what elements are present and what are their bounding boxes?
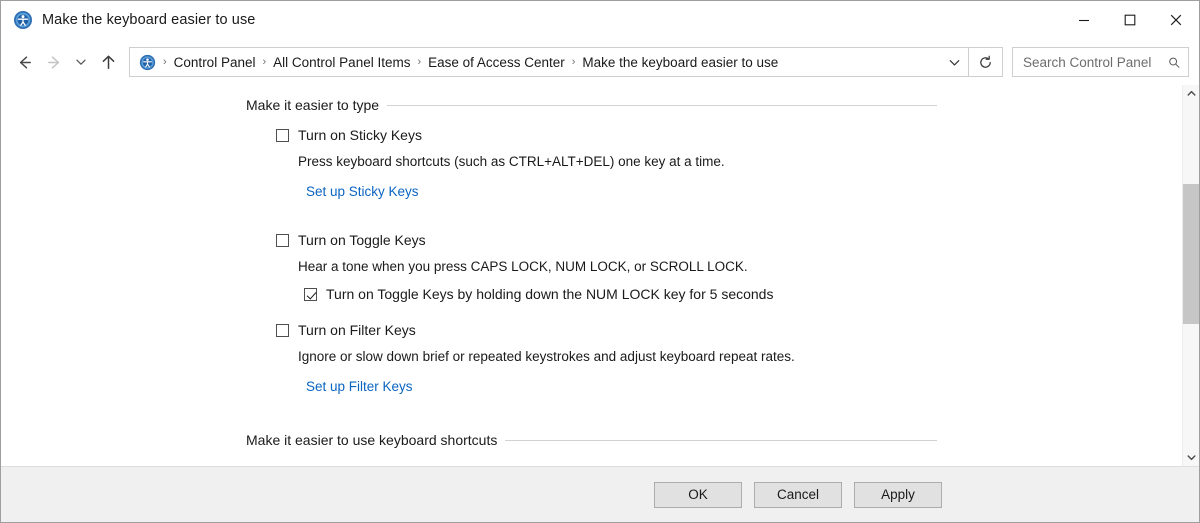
vertical-scrollbar[interactable]	[1182, 85, 1199, 466]
ok-button[interactable]: OK	[654, 481, 742, 508]
checkbox-label-turn-on-filter-keys[interactable]: Turn on Filter Keys	[298, 321, 416, 339]
scrollbar-down-button[interactable]	[1183, 449, 1199, 466]
link-set-up-filter-keys[interactable]: Set up Filter Keys	[306, 379, 413, 394]
maximize-button[interactable]	[1107, 1, 1153, 39]
cancel-button[interactable]: Cancel	[754, 481, 842, 508]
section-header-make-it-easier-to-type: Make it easier to type	[246, 97, 937, 113]
checkbox-row-sticky-keys[interactable]: Turn on Sticky Keys	[276, 126, 1182, 144]
checkbox-row-toggle-keys-numlock[interactable]: Turn on Toggle Keys by holding down the …	[304, 285, 1182, 303]
checkbox-label-turn-on-toggle-keys[interactable]: Turn on Toggle Keys	[298, 231, 426, 249]
up-button[interactable]	[93, 47, 123, 77]
section-header-keyboard-shortcuts: Make it easier to use keyboard shortcuts	[246, 432, 937, 448]
close-icon	[1170, 14, 1182, 26]
option-block-sticky-keys: Turn on Sticky Keys Press keyboard short…	[1, 126, 1182, 201]
section-title: Make it easier to type	[246, 97, 380, 113]
breadcrumb-separator: ›	[262, 56, 267, 68]
option-block-filter-keys: Turn on Filter Keys Ignore or slow down …	[1, 321, 1182, 396]
window-controls	[1061, 1, 1199, 39]
breadcrumb-item-all-control-panel-items[interactable]: All Control Panel Items	[268, 52, 415, 73]
search-icon[interactable]	[1168, 55, 1180, 70]
ease-of-access-icon	[139, 54, 156, 70]
scrollbar-up-button[interactable]	[1183, 85, 1199, 102]
refresh-button[interactable]	[969, 47, 1003, 77]
checkbox-turn-on-sticky-keys[interactable]	[276, 129, 289, 142]
control-panel-window: Make the keyboard easier to use › Contro…	[0, 0, 1200, 523]
description-filter-keys: Ignore or slow down brief or repeated ke…	[298, 349, 795, 364]
link-row-sticky-keys: Set up Sticky Keys	[306, 183, 1182, 201]
refresh-icon	[980, 55, 991, 68]
scrollbar-thumb[interactable]	[1183, 184, 1199, 324]
address-dropdown-button[interactable]	[940, 48, 968, 76]
back-button[interactable]	[9, 47, 39, 77]
scrollbar-track[interactable]	[1183, 102, 1199, 449]
chevron-down-icon	[1187, 455, 1195, 461]
section-divider	[387, 104, 937, 106]
address-bar[interactable]: › Control Panel › All Control Panel Item…	[129, 47, 969, 77]
search-box[interactable]	[1012, 47, 1189, 77]
breadcrumb-item-ease-of-access-center[interactable]: Ease of Access Center	[423, 52, 570, 73]
description-sticky-keys: Press keyboard shortcuts (such as CTRL+A…	[298, 154, 725, 169]
breadcrumb-item-current-page[interactable]: Make the keyboard easier to use	[577, 52, 783, 73]
up-arrow-icon	[102, 55, 114, 69]
breadcrumb-separator: ›	[571, 56, 576, 68]
back-arrow-icon	[19, 55, 31, 69]
ease-of-access-icon	[14, 11, 32, 29]
dialog-footer: OK Cancel Apply	[1, 466, 1199, 522]
checkbox-label-toggle-keys-hold-numlock[interactable]: Turn on Toggle Keys by holding down the …	[326, 285, 773, 303]
breadcrumb-separator: ›	[417, 56, 422, 68]
chevron-down-icon	[949, 59, 959, 66]
settings-content: Make it easier to type Turn on Sticky Ke…	[1, 85, 1182, 466]
recent-locations-button[interactable]	[69, 47, 93, 77]
breadcrumb-item-control-panel[interactable]: Control Panel	[169, 52, 261, 73]
checkbox-row-filter-keys[interactable]: Turn on Filter Keys	[276, 321, 1182, 339]
section-title: Make it easier to use keyboard shortcuts	[246, 432, 498, 448]
description-toggle-keys: Hear a tone when you press CAPS LOCK, NU…	[298, 259, 748, 274]
navigation-bar: › Control Panel › All Control Panel Item…	[1, 39, 1199, 85]
content-area-wrapper: Make it easier to type Turn on Sticky Ke…	[1, 85, 1199, 466]
option-block-toggle-keys: Turn on Toggle Keys Hear a tone when you…	[1, 231, 1182, 303]
minimize-button[interactable]	[1061, 1, 1107, 39]
link-row-filter-keys: Set up Filter Keys	[306, 378, 1182, 396]
forward-button[interactable]	[39, 47, 69, 77]
minimize-icon	[1079, 19, 1089, 22]
chevron-up-icon	[1187, 90, 1195, 96]
window-title: Make the keyboard easier to use	[42, 12, 256, 28]
checkbox-turn-on-filter-keys[interactable]	[276, 324, 289, 337]
link-set-up-sticky-keys[interactable]: Set up Sticky Keys	[306, 184, 419, 199]
chevron-down-icon	[76, 59, 86, 65]
checkbox-row-toggle-keys[interactable]: Turn on Toggle Keys	[276, 231, 1182, 249]
forward-arrow-icon	[47, 55, 59, 69]
breadcrumb-separator: ›	[163, 56, 167, 68]
section-divider	[505, 439, 937, 441]
checkbox-toggle-keys-hold-numlock[interactable]	[304, 288, 317, 301]
maximize-icon	[1124, 14, 1136, 26]
close-button[interactable]	[1153, 1, 1199, 39]
apply-button[interactable]: Apply	[854, 481, 942, 508]
search-input[interactable]	[1023, 54, 1168, 70]
checkbox-label-turn-on-sticky-keys[interactable]: Turn on Sticky Keys	[298, 126, 422, 144]
breadcrumb: › Control Panel › All Control Panel Item…	[161, 52, 940, 73]
checkbox-turn-on-toggle-keys[interactable]	[276, 234, 289, 247]
title-bar: Make the keyboard easier to use	[1, 1, 1199, 39]
